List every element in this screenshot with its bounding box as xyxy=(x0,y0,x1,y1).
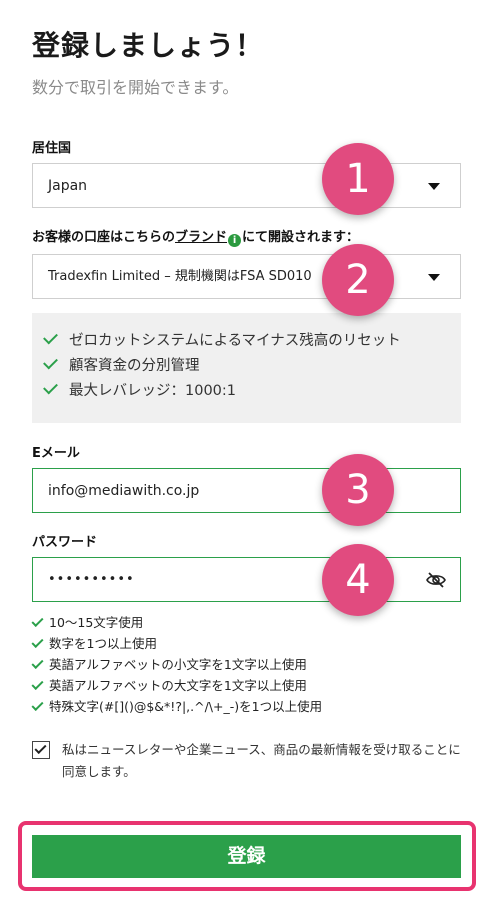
submit-button[interactable]: 登録 xyxy=(32,835,461,878)
check-icon xyxy=(31,635,44,649)
password-rule: 特殊文字(#[]()@$&*!?|,.^/\+_-)を1つ以上使用 xyxy=(31,696,322,717)
brand-label-suffix: にて開設されます： xyxy=(242,230,360,245)
step-badge-4: 4 xyxy=(322,544,394,616)
check-icon xyxy=(34,741,47,755)
email-field[interactable]: info@mediawith.co.jp xyxy=(32,468,461,513)
email-label: Eメール xyxy=(32,446,80,461)
chevron-down-icon xyxy=(428,274,440,281)
consent-checkbox[interactable] xyxy=(32,741,50,759)
info-icon[interactable]: i xyxy=(228,234,242,247)
step-badge-3: 3 xyxy=(322,454,394,526)
residence-value: Japan xyxy=(48,178,88,194)
brand-select[interactable]: Tradexfin Limited – 規制機関はFSA SD010 xyxy=(32,254,461,299)
check-icon xyxy=(31,677,44,691)
residence-select[interactable]: Japan xyxy=(32,163,461,208)
check-icon xyxy=(43,379,58,395)
step-badge-1: 1 xyxy=(322,143,394,215)
chevron-down-icon xyxy=(428,183,440,190)
page-subtitle: 数分で取引を開始できます。 xyxy=(32,78,239,97)
check-icon xyxy=(31,614,44,628)
residence-label: 居住国 xyxy=(32,141,72,156)
check-icon xyxy=(43,354,58,370)
password-rule: 10～15文字使用 xyxy=(31,612,322,633)
check-icon xyxy=(31,656,44,670)
feature-item: ゼロカットシステムによるマイナス残高のリセット xyxy=(43,329,401,350)
page-title: 登録しましょう！ xyxy=(32,29,265,62)
email-value: info@mediawith.co.jp xyxy=(48,483,200,499)
password-rule: 数字を1つ以上使用 xyxy=(31,633,322,654)
password-rule: 英語アルファベットの大文字を1文字以上使用 xyxy=(31,675,322,696)
password-label: パスワード xyxy=(32,535,98,550)
feature-item: 最大レバレッジ：1000:1 xyxy=(43,379,236,400)
password-value: •••••••••• xyxy=(48,572,135,587)
password-field[interactable]: •••••••••• xyxy=(32,557,461,602)
check-icon xyxy=(31,698,44,712)
features-box: ゼロカットシステムによるマイナス残高のリセット 顧客資金の分別管理 最大レバレッ… xyxy=(32,313,461,423)
feature-item: 顧客資金の分別管理 xyxy=(43,354,200,375)
eye-slash-icon[interactable] xyxy=(426,571,446,589)
check-icon xyxy=(43,329,58,345)
step-badge-2: 2 xyxy=(322,244,394,316)
brand-link[interactable]: ブランド xyxy=(175,230,227,245)
brand-label-prefix: お客様の口座はこちらの xyxy=(32,230,176,245)
brand-label: お客様の口座はこちらのブランド i にて開設されます： xyxy=(32,226,359,247)
brand-value: Tradexfin Limited – 規制機関はFSA SD010 xyxy=(48,269,312,284)
consent-text: 私はニュースレターや企業ニュース、商品の最新情報を受け取ることに同意します。 xyxy=(62,742,461,779)
password-rules: 10～15文字使用 数字を1つ以上使用 英語アルファベットの小文字を1文字以上使… xyxy=(31,612,322,717)
password-rule: 英語アルファベットの小文字を1文字以上使用 xyxy=(31,654,322,675)
